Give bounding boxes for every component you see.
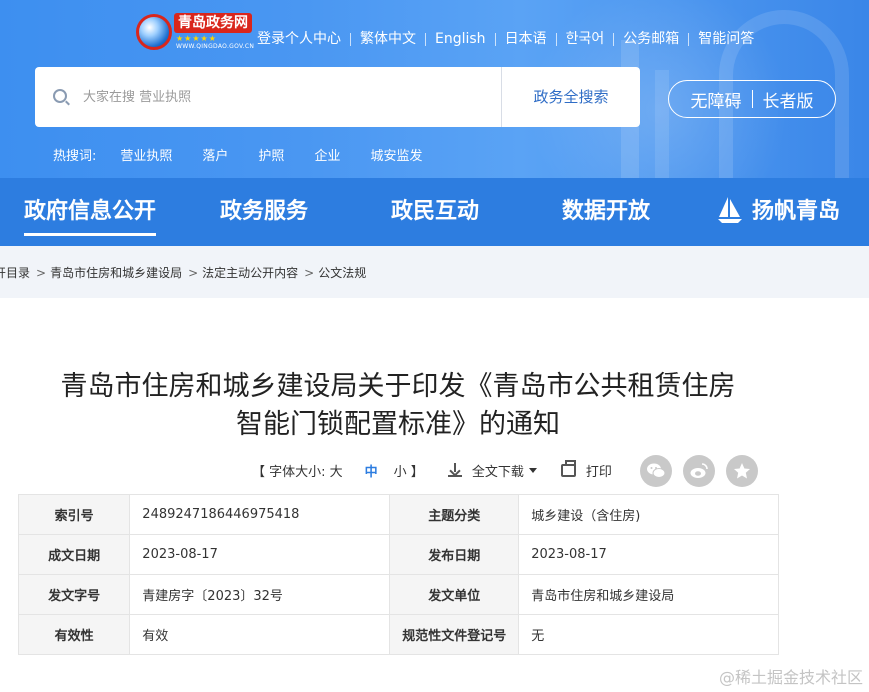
top-nav-mail[interactable]: 公务邮箱	[614, 29, 688, 49]
hot-search-label: 热搜词:	[53, 149, 97, 164]
breadcrumb-item[interactable]: 法定主动公开内容	[202, 266, 298, 280]
page-title-line: 智能门锁配置标准》的通知	[236, 409, 560, 440]
table-key: 有效性	[17, 614, 131, 655]
article-tools: 【 字体大小: 大 中 小 】 全文下载 打印	[252, 459, 612, 481]
logo-stars: ★★★★★	[176, 34, 217, 43]
table-row: 成文日期 2023-08-17 发布日期 2023-08-17	[17, 534, 779, 575]
table-key: 主题分类	[389, 494, 520, 535]
hot-search: 热搜词: 营业执照 落户 护照 企业 城安监发	[53, 145, 452, 164]
logo-text: 青岛政务网	[174, 13, 252, 33]
hot-keyword[interactable]: 企业	[314, 145, 340, 164]
top-nav-japanese[interactable]: 日本语	[496, 29, 556, 49]
page-title-line: 青岛市住房和城乡建设局关于印发《青岛市公共租赁住房	[60, 371, 736, 402]
nav-tab-yangfan[interactable]: 扬帆青岛	[716, 178, 840, 246]
accessibility-switch: 无障碍 长者版	[668, 80, 836, 118]
table-key: 规范性文件登记号	[389, 614, 520, 655]
favorite-button[interactable]	[726, 455, 758, 487]
search-icon	[53, 89, 67, 103]
elder-mode-button[interactable]: 长者版	[753, 87, 824, 112]
table-value: 青建房字〔2023〕32号	[129, 574, 391, 615]
table-row: 发文字号 青建房字〔2023〕32号 发文单位 青岛市住房和城乡建设局	[17, 574, 779, 615]
breadcrumb-item[interactable]: 公文法规	[318, 266, 366, 280]
table-value: 2023-08-17	[129, 534, 391, 575]
sail-icon	[718, 197, 742, 223]
breadcrumb-separator: >	[304, 266, 315, 280]
table-value: 2489247186446975418	[129, 494, 391, 535]
font-size-large-option[interactable]: 【 字体大小: 大	[252, 461, 343, 480]
table-key: 发布日期	[389, 534, 520, 575]
top-nav-login[interactable]: 登录个人中心	[248, 29, 350, 49]
nav-tab-gov-info[interactable]: 政府信息公开	[24, 178, 157, 246]
site-logo[interactable]: 青岛政务网 ★★★★★ WWW.QINGDAO.GOV.CN	[136, 10, 254, 54]
font-size-medium-option[interactable]: 中	[365, 461, 378, 480]
chevron-down-icon[interactable]	[528, 467, 537, 473]
search-input[interactable]	[83, 85, 483, 109]
logo-url: WWW.QINGDAO.GOV.CN	[176, 43, 255, 50]
wechat-icon	[647, 463, 666, 478]
hot-keyword[interactable]: 营业执照	[120, 145, 172, 164]
table-key: 成文日期	[17, 534, 131, 575]
top-nav-korean[interactable]: 한국어	[557, 29, 614, 49]
page-title: 青岛市住房和城乡建设局关于印发《青岛市公共租赁住房 智能门锁配置标准》的通知	[0, 368, 796, 444]
document-info-table: 索引号 2489247186446975418 主题分类 城乡建设（含住房) 成…	[17, 494, 779, 655]
nav-tab-open-data[interactable]: 数据开放	[562, 178, 650, 246]
table-key: 发文字号	[17, 574, 131, 615]
barrier-free-button[interactable]: 无障碍	[681, 87, 752, 112]
nav-tab-yangfan-label: 扬帆青岛	[752, 199, 841, 224]
breadcrumb-item[interactable]: 青岛市住房和城乡建设局	[50, 266, 182, 280]
breadcrumb-separator: >	[36, 266, 47, 280]
nav-tab-interaction[interactable]: 政民互动	[391, 178, 479, 246]
print-button[interactable]: 打印	[586, 461, 612, 480]
hot-keyword[interactable]: 落户	[202, 145, 228, 164]
download-icon	[447, 463, 462, 477]
wechat-share-button[interactable]	[640, 455, 672, 487]
hot-keyword[interactable]: 城安监发	[370, 145, 422, 164]
nav-tab-gov-service[interactable]: 政务服务	[220, 178, 308, 246]
table-key: 索引号	[17, 494, 131, 535]
table-value: 青岛市住房和城乡建设局	[518, 574, 779, 615]
breadcrumb-item[interactable]: 开目录	[0, 266, 30, 280]
top-nav: 登录个人中心 繁体中文 English 日本语 한국어 公务邮箱 智能问答	[248, 29, 763, 49]
top-nav-traditional-chinese[interactable]: 繁体中文	[351, 29, 425, 49]
print-icon	[560, 459, 576, 477]
star-icon	[734, 463, 750, 479]
breadcrumb-separator: >	[188, 266, 199, 280]
site-header: 青岛政务网 ★★★★★ WWW.QINGDAO.GOV.CN 登录个人中心 繁体…	[0, 0, 869, 178]
top-nav-smart-qa[interactable]: 智能问答	[689, 29, 763, 49]
weibo-share-button[interactable]	[683, 455, 715, 487]
header-decoration	[655, 70, 669, 178]
font-size-small-option[interactable]: 小 】	[394, 461, 424, 480]
search-box: 政务全搜索	[35, 67, 640, 127]
table-row: 索引号 2489247186446975418 主题分类 城乡建设（含住房)	[17, 494, 779, 535]
table-row: 有效性 有效 规范性文件登记号 无	[17, 614, 779, 655]
watermark: @稀土掘金技术社区	[718, 668, 863, 687]
search-button[interactable]: 政务全搜索	[502, 67, 640, 127]
table-value: 有效	[129, 614, 391, 655]
download-button[interactable]: 全文下载	[472, 461, 524, 480]
top-nav-english[interactable]: English	[426, 29, 495, 49]
weibo-icon	[690, 463, 708, 478]
table-value: 无	[518, 614, 779, 655]
globe-icon	[136, 14, 172, 50]
table-value: 2023-08-17	[518, 534, 779, 575]
table-key: 发文单位	[389, 574, 520, 615]
breadcrumb: 开目录 > 青岛市住房和城乡建设局 > 法定主动公开内容 > 公文法规	[0, 246, 869, 298]
main-nav: 政府信息公开 政务服务 政民互动 数据开放 扬帆青岛	[0, 178, 869, 246]
hot-keyword[interactable]: 护照	[258, 145, 284, 164]
table-value: 城乡建设（含住房)	[518, 494, 779, 535]
